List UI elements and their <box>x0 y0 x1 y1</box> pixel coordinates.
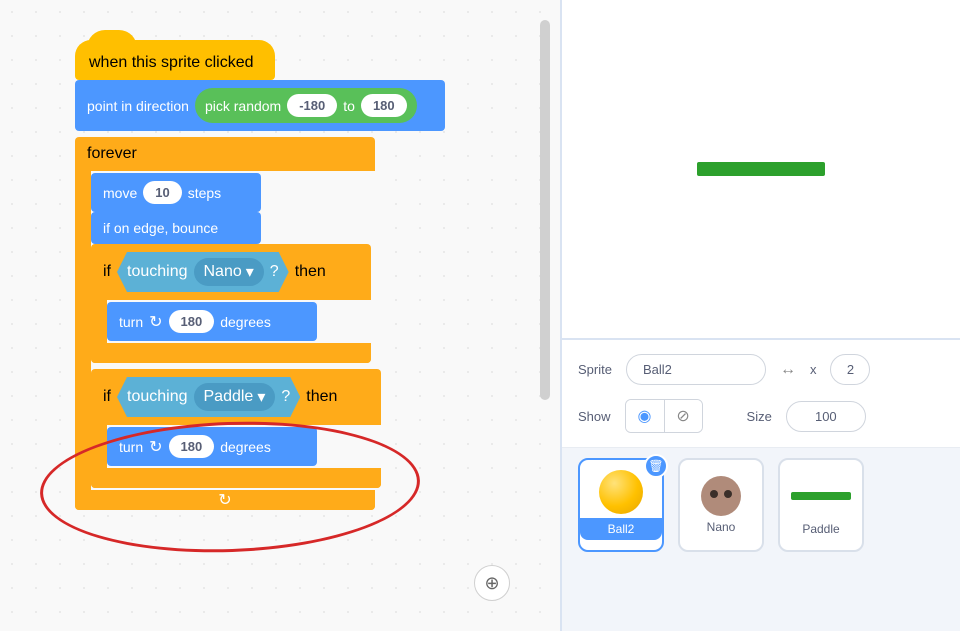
sprite-info-panel: Sprite Ball2 ↔ x 2 Show ◉ ⊘ Size 100 <box>562 340 960 448</box>
eye-off-icon: ⊘ <box>676 406 689 426</box>
forever-block[interactable]: forever move 10 steps if on edge, bounce <box>75 137 375 510</box>
double-arrow-icon: ↔ <box>780 361 796 379</box>
block-label: ? <box>281 388 290 406</box>
turn-value-1[interactable]: 180 <box>169 310 215 333</box>
chevron-down-icon: ▾ <box>257 387 265 407</box>
paddle-thumbnail <box>791 492 851 500</box>
hide-button[interactable]: ⊘ <box>664 400 702 432</box>
move-steps-block[interactable]: move 10 steps <box>91 173 261 212</box>
sprite-tile-ball2[interactable]: 🗑 Ball2 <box>578 458 664 552</box>
touching-nano-condition[interactable]: touching Nano ▾ ? <box>117 252 289 292</box>
paddle-sprite-on-stage[interactable] <box>697 162 825 176</box>
block-stack[interactable]: when this sprite clicked point in direct… <box>75 40 455 510</box>
block-label: if <box>103 388 111 406</box>
random-from-input[interactable]: -180 <box>287 94 337 117</box>
block-label: then <box>295 263 326 281</box>
nano-thumbnail <box>701 476 741 516</box>
block-label: turn <box>119 439 143 455</box>
stage-area[interactable] <box>562 0 960 340</box>
turn-degrees-block-1[interactable]: turn ↻ 180 degrees <box>107 302 317 341</box>
block-label: degrees <box>220 314 271 330</box>
block-label: move <box>103 185 137 201</box>
show-label: Show <box>578 409 611 424</box>
dropdown-value: Paddle <box>204 388 254 406</box>
sprite-tile-nano[interactable]: Nano <box>678 458 764 552</box>
scrollbar[interactable] <box>540 20 550 400</box>
block-label: to <box>343 98 355 114</box>
zoom-in-button[interactable]: ⊕ <box>474 565 510 601</box>
block-label: point in direction <box>87 98 189 114</box>
dropdown-value: Nano <box>204 263 242 281</box>
block-label: degrees <box>220 439 271 455</box>
sprite-tile-paddle[interactable]: Paddle <box>778 458 864 552</box>
sprite-name-label: Sprite <box>578 362 612 377</box>
sprite-name-input[interactable]: Ball2 <box>626 354 766 385</box>
block-label: touching <box>127 388 188 406</box>
x-label: x <box>810 362 817 377</box>
rotate-cw-icon: ↻ <box>149 437 162 457</box>
when-sprite-clicked-block[interactable]: when this sprite clicked <box>75 40 275 80</box>
pick-random-operator[interactable]: pick random -180 to 180 <box>195 88 417 123</box>
block-label: then <box>306 388 337 406</box>
turn-value-2[interactable]: 180 <box>169 435 215 458</box>
sprite-tile-label: Ball2 <box>580 518 662 540</box>
block-label: turn <box>119 314 143 330</box>
block-label: touching <box>127 263 188 281</box>
visibility-toggle: ◉ ⊘ <box>625 399 703 433</box>
size-input[interactable]: 100 <box>786 401 866 432</box>
move-steps-input[interactable]: 10 <box>143 181 181 204</box>
random-to-input[interactable]: 180 <box>361 94 407 117</box>
delete-sprite-button[interactable]: 🗑 <box>644 454 668 478</box>
touching-dropdown-paddle[interactable]: Paddle ▾ <box>194 383 276 411</box>
sprite-list: 🗑 Ball2 Nano Paddle <box>562 448 960 631</box>
touching-dropdown-nano[interactable]: Nano ▾ <box>194 258 264 286</box>
block-label: forever <box>87 145 137 163</box>
rotate-cw-icon: ↻ <box>149 312 162 332</box>
block-label: if on edge, bounce <box>103 220 218 236</box>
forever-loop-arrow: ↻ <box>75 490 375 510</box>
if-on-edge-bounce-block[interactable]: if on edge, bounce <box>91 212 261 244</box>
show-button[interactable]: ◉ <box>626 400 664 432</box>
if-touching-paddle-block[interactable]: if touching Paddle ▾ ? then <box>91 369 381 488</box>
sprite-tile-label: Paddle <box>802 522 839 536</box>
scripts-area[interactable]: when this sprite clicked point in direct… <box>0 0 560 631</box>
turn-degrees-block-2[interactable]: turn ↻ 180 degrees <box>107 427 317 466</box>
point-in-direction-block[interactable]: point in direction pick random -180 to 1… <box>75 80 445 131</box>
zoom-icon: ⊕ <box>484 573 499 594</box>
ball-thumbnail <box>599 470 643 514</box>
block-label: pick random <box>205 98 281 114</box>
eye-icon: ◉ <box>638 406 652 426</box>
size-label: Size <box>747 409 772 424</box>
sprite-tile-label: Nano <box>707 520 736 534</box>
touching-paddle-condition[interactable]: touching Paddle ▾ ? <box>117 377 300 417</box>
block-label: when this sprite clicked <box>89 54 254 71</box>
chevron-down-icon: ▾ <box>246 262 254 282</box>
x-input[interactable]: 2 <box>830 354 870 385</box>
block-label: if <box>103 263 111 281</box>
if-touching-nano-block[interactable]: if touching Nano ▾ ? then <box>91 244 371 363</box>
trash-icon: 🗑 <box>648 459 663 473</box>
block-label: ? <box>270 263 279 281</box>
block-label: steps <box>188 185 221 201</box>
